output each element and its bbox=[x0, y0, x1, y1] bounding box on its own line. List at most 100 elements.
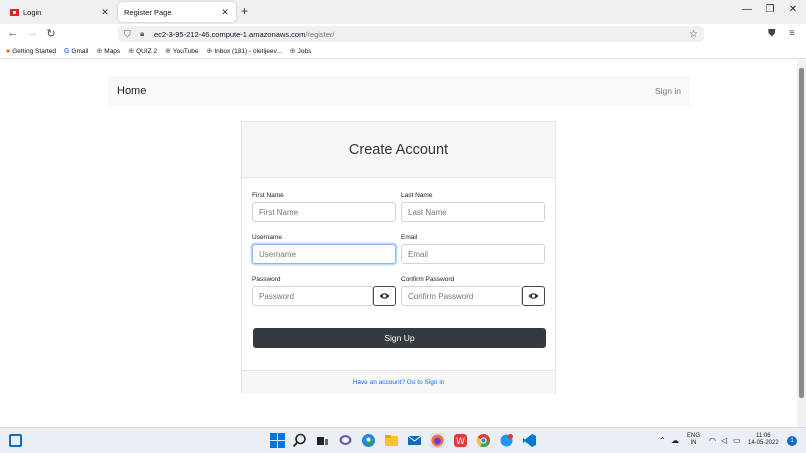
svg-text:W: W bbox=[456, 437, 465, 447]
nav-sign-in-link[interactable]: Sign in bbox=[655, 86, 681, 96]
language-code: ENG bbox=[687, 433, 701, 439]
globe-icon: ⊕ bbox=[206, 48, 213, 55]
clock[interactable]: 11:06 14-05-2022 bbox=[748, 433, 779, 447]
back-icon[interactable]: ← bbox=[6, 27, 20, 39]
shield-icon[interactable]: ⛉ bbox=[124, 29, 134, 40]
tab-register-page[interactable]: Register Page ✕ bbox=[118, 2, 236, 22]
bookmark-label: Maps bbox=[104, 47, 121, 55]
first-name-label: First Name bbox=[252, 192, 284, 199]
menu-icon[interactable]: ≡ bbox=[789, 28, 795, 39]
file-explorer-icon[interactable] bbox=[384, 433, 399, 448]
toggle-password-button[interactable] bbox=[373, 286, 396, 306]
go-to-sign-in-link[interactable]: Have an account? Go to Sign in bbox=[353, 379, 445, 386]
weather-icon[interactable]: ☁ bbox=[671, 436, 679, 445]
globe-icon: ⊕ bbox=[165, 48, 171, 55]
bookmark-star-icon[interactable]: ☆ bbox=[689, 29, 698, 40]
username-input[interactable]: Username bbox=[252, 244, 396, 264]
sign-up-button[interactable]: Sign Up bbox=[253, 328, 546, 348]
task-view-icon[interactable] bbox=[315, 433, 330, 448]
windows-taskbar: W ⌃ ☁ ENG IN ◠ ◁ ▭ 11:06 14-05-2022 1 bbox=[0, 427, 806, 453]
password-input[interactable]: Password bbox=[252, 286, 373, 306]
bookmark-youtube[interactable]: ⊕ YouTube bbox=[165, 47, 199, 56]
url-path: /register/ bbox=[305, 29, 335, 39]
bookmark-gmail[interactable]: G Gmail bbox=[64, 48, 88, 55]
register-card: Create Account First Name First Name Las… bbox=[241, 121, 556, 394]
browser-navbar: ← → ↻ ⛉ 🔒︎ ec2-3-95-212-46.compute-1.ama… bbox=[0, 24, 806, 44]
confirm-password-placeholder: Confirm Password bbox=[408, 291, 474, 301]
firefox-taskbar-icon[interactable] bbox=[430, 433, 445, 448]
firefox-icon: ● bbox=[6, 47, 11, 55]
globe-icon: ⊕ bbox=[289, 48, 296, 55]
chevron-up-icon[interactable]: ⌃ bbox=[659, 436, 666, 445]
language-indicator[interactable]: ENG IN bbox=[687, 433, 700, 447]
bookmark-jobs[interactable]: ⊕ Jobs bbox=[289, 47, 312, 56]
globe-icon: ⊕ bbox=[128, 48, 135, 55]
password-label: Password bbox=[252, 276, 281, 283]
edge-icon[interactable] bbox=[361, 433, 376, 448]
address-bar[interactable]: ⛉ 🔒︎ ec2-3-95-212-46.compute-1.amazonaws… bbox=[118, 26, 704, 42]
last-name-input[interactable]: Last Name bbox=[401, 202, 545, 222]
bookmark-label: QUIZ 2 bbox=[136, 47, 158, 55]
page-content: Home Sign in Create Account First Name F… bbox=[0, 60, 797, 427]
wps-office-icon[interactable]: W bbox=[453, 433, 468, 448]
email-label: Email bbox=[401, 234, 418, 241]
bookmark-getting-started[interactable]: ● Getting Started bbox=[6, 48, 56, 55]
lock-icon[interactable]: 🔒︎ bbox=[140, 29, 150, 39]
bookmark-label: Getting Started bbox=[12, 47, 56, 55]
bookmark-label: Jobs bbox=[297, 47, 312, 55]
toggle-confirm-password-button[interactable] bbox=[522, 286, 545, 306]
close-icon[interactable]: ✕ bbox=[220, 7, 230, 18]
bookmark-quiz-2[interactable]: ⊕ QUIZ 2 bbox=[128, 47, 158, 56]
mail-icon[interactable] bbox=[407, 433, 422, 448]
pocket-icon[interactable]: ⛊ bbox=[768, 28, 776, 39]
confirm-password-label: Confirm Password bbox=[401, 276, 455, 283]
bookmark-label: Inbox (181) - oletijeev... bbox=[214, 47, 282, 55]
clock-date: 14-05-2022 bbox=[748, 440, 779, 446]
scrollbar-thumb[interactable] bbox=[799, 68, 804, 398]
bookmark-label: Gmail bbox=[71, 47, 89, 55]
notification-badge[interactable]: 1 bbox=[787, 436, 797, 446]
battery-icon[interactable]: ▭ bbox=[733, 436, 741, 445]
restore-icon[interactable]: ❐ bbox=[763, 4, 777, 15]
wifi-icon[interactable]: ◠ bbox=[709, 436, 716, 445]
page-scrollbar[interactable] bbox=[797, 60, 806, 427]
card-footer: Have an account? Go to Sign in bbox=[242, 370, 555, 394]
bookmark-label: YouTube bbox=[172, 47, 199, 55]
home-link[interactable]: Home bbox=[117, 85, 146, 97]
card-title: Create Account bbox=[242, 122, 555, 178]
google-icon: G bbox=[63, 47, 70, 55]
chrome-icon[interactable] bbox=[476, 433, 491, 448]
chat-icon[interactable] bbox=[338, 433, 353, 448]
reload-icon[interactable]: ↻ bbox=[44, 27, 58, 40]
globe-icon: ⊕ bbox=[96, 48, 103, 55]
confirm-password-input[interactable]: Confirm Password bbox=[401, 286, 522, 306]
tab-login[interactable]: Login ✕ bbox=[4, 2, 116, 22]
username-label: Username bbox=[252, 234, 282, 241]
eye-icon bbox=[379, 293, 390, 299]
first-name-placeholder: First Name bbox=[259, 207, 299, 217]
vscode-icon[interactable] bbox=[522, 433, 537, 448]
new-tab-icon[interactable]: + bbox=[241, 4, 248, 18]
close-window-icon[interactable]: ✕ bbox=[786, 4, 800, 15]
bookmark-inbox[interactable]: ⊕ Inbox (181) - oletijeev... bbox=[206, 47, 282, 56]
whatsapp-icon[interactable] bbox=[499, 433, 514, 448]
site-navbar: Home Sign in bbox=[108, 76, 690, 106]
minimize-icon[interactable]: — bbox=[740, 4, 754, 15]
first-name-input[interactable]: First Name bbox=[252, 202, 396, 222]
browser-tab-strip: Login ✕ Register Page ✕ + — ❐ ✕ bbox=[0, 0, 806, 24]
tab-title: Login bbox=[23, 7, 42, 17]
forward-icon[interactable]: → bbox=[25, 27, 39, 39]
region-code: IN bbox=[690, 440, 697, 446]
last-name-placeholder: Last Name bbox=[408, 207, 447, 217]
widgets-icon[interactable] bbox=[9, 434, 22, 447]
volume-icon[interactable]: ◁ bbox=[721, 436, 727, 445]
last-name-label: Last Name bbox=[401, 192, 433, 199]
search-icon[interactable] bbox=[292, 433, 307, 448]
email-input[interactable]: Email bbox=[401, 244, 545, 264]
bookmark-maps[interactable]: ⊕ Maps bbox=[96, 47, 121, 56]
eye-icon bbox=[528, 293, 539, 299]
clock-time: 11:06 bbox=[756, 433, 771, 439]
password-placeholder: Password bbox=[259, 291, 295, 301]
windows-start-icon[interactable] bbox=[270, 433, 285, 448]
close-icon[interactable]: ✕ bbox=[100, 7, 110, 18]
